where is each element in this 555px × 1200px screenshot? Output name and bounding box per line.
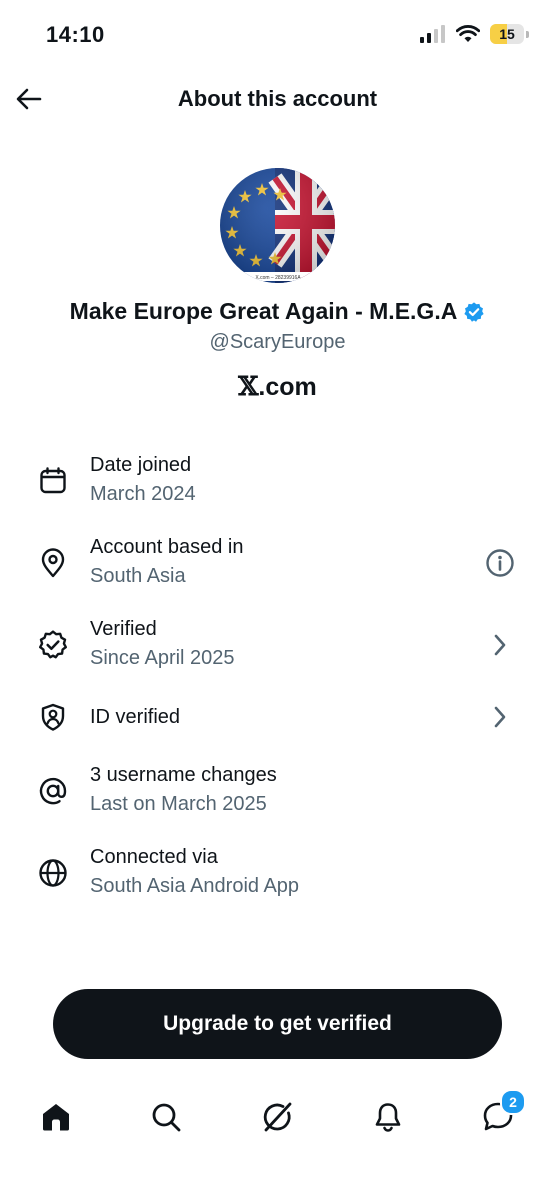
info-label: Connected via — [90, 846, 218, 868]
info-value: South Asia Android App — [90, 875, 300, 897]
info-icon — [486, 549, 514, 577]
info-username-changes: 3 username changes Last on March 2025 — [0, 760, 555, 830]
display-name: Make Europe Great Again - M.E.G.A — [69, 298, 458, 324]
info-label: Verified — [90, 618, 157, 640]
messages-badge: 2 — [500, 1089, 526, 1115]
info-date-joined: Date joined March 2024 — [0, 450, 555, 520]
info-value: Since April 2025 — [90, 647, 235, 669]
display-name-row: Make Europe Great Again - M.E.G.A — [0, 298, 555, 325]
home-icon — [43, 1104, 69, 1131]
info-value: March 2024 — [90, 483, 196, 505]
info-label: 3 username changes — [90, 764, 277, 786]
site-x-logo: 𝕏 — [238, 372, 259, 402]
info-label: ID verified — [90, 706, 181, 728]
avatar-watermark: X.com – 28239916A — [255, 275, 301, 281]
chevron-right-icon — [483, 700, 517, 734]
wifi-icon — [456, 25, 480, 42]
website-link[interactable]: 𝕏 .com — [0, 372, 555, 402]
tab-home[interactable] — [36, 1097, 76, 1137]
info-id-verified[interactable]: ID verified — [0, 698, 555, 738]
tab-messages[interactable]: 2 — [478, 1089, 526, 1137]
at-sign-icon — [36, 774, 70, 808]
header: About this account — [0, 70, 555, 130]
info-value: Last on March 2025 — [90, 793, 267, 815]
info-button[interactable] — [483, 546, 517, 580]
cellular-signal-icon — [420, 25, 445, 43]
info-label: Account based in — [90, 536, 244, 558]
info-label: Date joined — [90, 454, 192, 476]
site-domain: .com — [258, 372, 317, 401]
battery-tip — [526, 30, 529, 38]
tab-notifications[interactable] — [368, 1097, 408, 1137]
info-account-based-in: Account based in South Asia — [0, 532, 555, 602]
verified-check-icon — [36, 628, 70, 662]
tab-search[interactable] — [146, 1097, 186, 1137]
status-icons: 15 — [420, 24, 529, 44]
battery-level: 15 — [499, 26, 515, 42]
globe-icon — [36, 856, 70, 890]
chevron-right-icon — [483, 628, 517, 662]
status-bar: 14:10 15 — [0, 0, 555, 70]
avatar-flag-image: X.com – 28239916A — [220, 168, 335, 283]
search-icon — [152, 1103, 181, 1132]
tab-grok[interactable] — [258, 1097, 298, 1137]
avatar[interactable]: X.com – 28239916A — [220, 168, 335, 283]
shield-person-icon — [36, 700, 70, 734]
info-value: South Asia — [90, 565, 186, 587]
calendar-icon — [36, 464, 70, 498]
notifications-bell-icon — [375, 1103, 401, 1132]
grok-icon — [263, 1102, 292, 1132]
info-verified[interactable]: Verified Since April 2025 — [0, 614, 555, 684]
bottom-tab-bar: 2 — [0, 1085, 555, 1149]
status-time: 14:10 — [46, 22, 105, 47]
page-title: About this account — [177, 86, 378, 111]
location-pin-icon — [36, 546, 70, 580]
battery-indicator: 15 — [490, 24, 524, 44]
info-connected-via: Connected via South Asia Android App — [0, 842, 555, 912]
verified-badge-icon — [464, 301, 484, 322]
handle: @ScaryEurope — [209, 331, 346, 353]
upgrade-button[interactable]: Upgrade to get verified — [53, 989, 502, 1059]
